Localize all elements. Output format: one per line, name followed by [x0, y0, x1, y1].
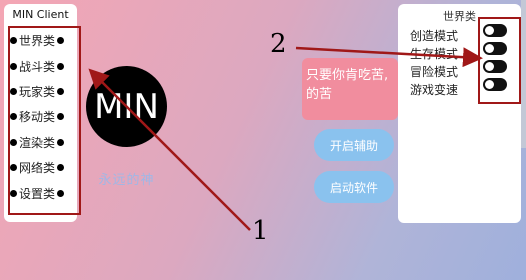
- toggle-creative-mode[interactable]: [483, 24, 507, 37]
- launch-software-button[interactable]: 启动软件: [314, 171, 394, 203]
- bullet-icon: [57, 113, 65, 121]
- client-title: MIN Client: [12, 8, 69, 21]
- logo-circle: MIN: [86, 66, 167, 147]
- bullet-icon: [10, 62, 17, 70]
- module-option-list: 创造模式 生存模式 冒险模式 游戏变速: [410, 26, 458, 98]
- category-item-network[interactable]: 网络类: [10, 155, 78, 180]
- bullet-icon: [57, 37, 65, 45]
- category-label: 世界类: [19, 34, 56, 49]
- enable-assist-button[interactable]: 开启辅助: [314, 129, 394, 161]
- annotation-label-1: 1: [252, 216, 269, 246]
- category-label: 设置类: [19, 186, 56, 201]
- window-edge: [521, 0, 526, 148]
- annotation-label-2: 2: [270, 29, 287, 59]
- bullet-icon: [57, 138, 65, 146]
- category-label: 玩家类: [19, 84, 56, 99]
- category-item-combat[interactable]: 战斗类: [10, 53, 78, 78]
- option-creative-mode: 创造模式: [410, 28, 459, 43]
- min-logo: MIN 永远的神: [86, 66, 167, 188]
- toggle-game-speed[interactable]: [483, 78, 507, 91]
- toggle-knob: [485, 80, 494, 89]
- bullet-icon: [10, 138, 17, 146]
- motto-line-1: 只要你肯吃苦,: [306, 68, 389, 83]
- toggle-column: [483, 24, 507, 96]
- category-item-movement[interactable]: 移动类: [10, 104, 78, 129]
- category-label: 渲染类: [19, 135, 56, 150]
- category-item-render[interactable]: 渲染类: [10, 130, 78, 155]
- bullet-icon: [57, 164, 65, 172]
- bullet-icon: [10, 189, 17, 197]
- logo-subtitle: 永远的神: [98, 173, 155, 188]
- option-game-speed: 游戏变速: [410, 82, 459, 97]
- toggle-knob: [485, 44, 494, 53]
- bullet-icon: [10, 164, 17, 172]
- motto-card: 只要你肯吃苦, 的苦: [302, 58, 398, 120]
- toggle-survival-mode[interactable]: [483, 42, 507, 55]
- bullet-icon: [57, 62, 65, 70]
- category-panel: MIN Client 世界类 战斗类 玩家类 移动类 渲染类 网络类 设置类: [4, 4, 77, 222]
- toggle-adventure-mode[interactable]: [483, 60, 507, 73]
- category-item-world[interactable]: 世界类: [10, 28, 78, 53]
- category-label: 战斗类: [19, 59, 56, 74]
- toggle-knob: [485, 26, 494, 35]
- bullet-icon: [57, 87, 65, 95]
- bullet-icon: [57, 189, 65, 197]
- bullet-icon: [10, 113, 17, 121]
- category-label: 移动类: [19, 110, 56, 125]
- option-survival-mode: 生存模式: [410, 46, 459, 61]
- option-adventure-mode: 冒险模式: [410, 64, 459, 79]
- toggle-knob: [485, 62, 494, 71]
- motto-line-2: 的苦: [306, 87, 333, 102]
- bullet-icon: [10, 37, 17, 45]
- module-panel-title: 世界类: [443, 10, 476, 23]
- category-label: 网络类: [19, 161, 56, 176]
- category-item-player[interactable]: 玩家类: [10, 79, 78, 104]
- category-list: 世界类 战斗类 玩家类 移动类 渲染类 网络类 设置类: [10, 28, 78, 206]
- bullet-icon: [10, 87, 17, 95]
- category-item-settings[interactable]: 设置类: [10, 180, 78, 205]
